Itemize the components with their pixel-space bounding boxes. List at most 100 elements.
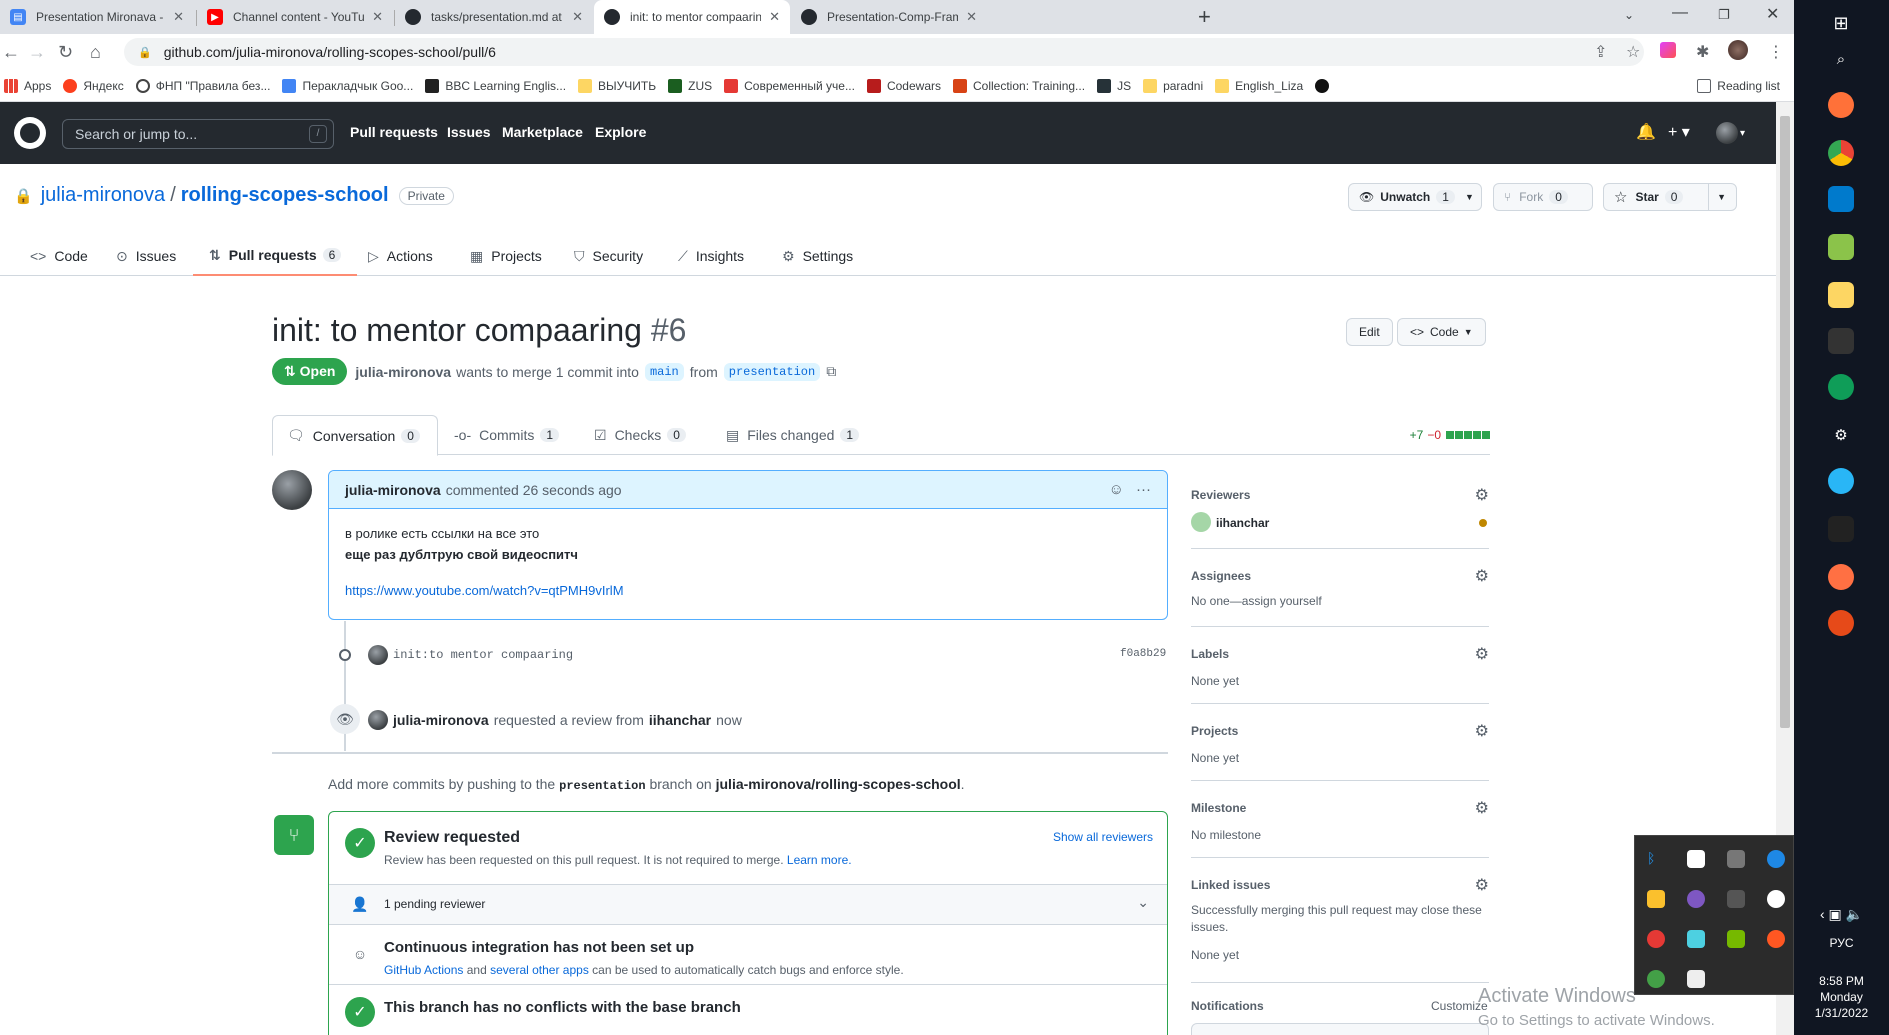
restore-icon[interactable]: ❐ [1718, 7, 1730, 23]
nav-marketplace[interactable]: Marketplace [502, 124, 583, 140]
fork-button[interactable]: ⑂ Fork 0 [1493, 183, 1593, 211]
browser-tab[interactable]: Presentation-Comp-Frameworks ✕ [791, 0, 987, 34]
edit-button[interactable]: Edit [1346, 318, 1393, 346]
bookmark-item[interactable]: Collection: Training... [953, 78, 1085, 93]
extension-icon[interactable] [1660, 42, 1676, 58]
bookmark-item[interactable]: ФНП "Правила без... [135, 78, 270, 93]
language-indicator[interactable]: РУС [1794, 936, 1889, 950]
forward-icon[interactable]: → [28, 42, 46, 63]
search-icon[interactable]: ⌕ [1828, 46, 1854, 72]
app-icon[interactable] [1828, 234, 1854, 260]
gear-icon[interactable]: ⚙ [1475, 566, 1489, 586]
menu-kebab-icon[interactable]: ⋮ [1768, 42, 1784, 62]
github-logo-icon[interactable] [14, 117, 46, 149]
edge-icon[interactable] [1828, 374, 1854, 400]
clock-time[interactable]: 8:58 PM [1794, 974, 1889, 988]
tab-projects[interactable]: ▦ Projects [470, 236, 542, 276]
close-tab-icon[interactable]: ✕ [966, 9, 977, 25]
repo-name-link[interactable]: rolling-scopes-school [181, 184, 389, 207]
minimize-icon[interactable]: — [1672, 4, 1688, 22]
bookmark-star-icon[interactable]: ☆ [1626, 42, 1640, 62]
close-tab-icon[interactable]: ✕ [572, 9, 583, 25]
tab-code[interactable]: <> Code [30, 236, 88, 276]
bookmark-item[interactable]: ZUS [668, 78, 712, 93]
bookmark-item[interactable]: BBC Learning Englis... [425, 78, 566, 93]
nav-issues[interactable]: Issues [447, 124, 491, 140]
learn-more-link[interactable]: Learn more. [787, 853, 852, 867]
file-explorer-icon[interactable] [1828, 282, 1854, 308]
tab-checks[interactable]: ☑ Checks 0 [580, 415, 700, 455]
browser-tab[interactable]: tasks/presentation.md at master ✕ [395, 0, 593, 34]
pending-reviewers-toggle[interactable]: 👤 1 pending reviewer ⌄ [329, 885, 1167, 925]
browser-tab-active[interactable]: init: to mentor compaaring by ju ✕ [594, 0, 790, 34]
app-tray-icon[interactable] [1647, 890, 1665, 908]
network-icon[interactable] [1727, 850, 1745, 868]
create-new-plus-icon[interactable]: + ▾ [1668, 122, 1690, 142]
search-input[interactable]: Search or jump to... / [62, 119, 334, 149]
code-dropdown-button[interactable]: <> Code ▼ [1397, 318, 1486, 346]
tab-security[interactable]: ⛉ Security [574, 236, 643, 276]
gear-icon[interactable]: ⚙ [1475, 644, 1489, 664]
tab-issues[interactable]: ⊙ Issues [116, 236, 176, 276]
vscode-icon[interactable] [1828, 186, 1854, 212]
unwatch-button[interactable]: 👁 Unwatch 1 ▼ [1348, 183, 1482, 211]
bookmark-apps[interactable]: Apps [4, 78, 51, 93]
profile-avatar[interactable] [1728, 40, 1748, 60]
commit-sha-link[interactable]: f0a8b29 [1120, 648, 1166, 660]
star-button[interactable]: ☆ Star 0 ▼ [1603, 183, 1737, 211]
other-apps-link[interactable]: several other apps [490, 963, 589, 977]
notifications-bell-icon[interactable]: 🔔 [1636, 122, 1656, 142]
app-tray-icon[interactable] [1767, 930, 1785, 948]
nvidia-icon[interactable] [1727, 930, 1745, 948]
chrome-icon[interactable] [1828, 140, 1854, 166]
google-drive-icon[interactable] [1687, 970, 1705, 988]
back-icon[interactable]: ← [2, 42, 20, 63]
unsubscribe-button[interactable] [1191, 1023, 1489, 1035]
nav-pull-requests[interactable]: Pull requests [350, 124, 438, 140]
reviewer-link[interactable]: iihanchar [649, 712, 711, 728]
comment-author-link[interactable]: julia-mironova [345, 482, 441, 498]
chevron-down-icon[interactable]: ▾ [1740, 128, 1745, 139]
telegram-icon[interactable] [1828, 468, 1854, 494]
head-branch[interactable]: presentation [723, 362, 821, 381]
app-icon[interactable] [1828, 610, 1854, 636]
show-all-reviewers-link[interactable]: Show all reviewers [1053, 830, 1153, 844]
gear-icon[interactable]: ⚙ [1475, 721, 1489, 741]
app-tray-icon[interactable] [1647, 970, 1665, 988]
wifi-icon[interactable] [1727, 890, 1745, 908]
bookmark-item[interactable] [1315, 78, 1335, 93]
windows-start-icon[interactable]: ⊞ [1828, 10, 1854, 36]
actor-link[interactable]: julia-mironova [393, 712, 489, 728]
tab-conversation[interactable]: 🗨 Conversation 0 [272, 415, 438, 456]
steam-icon[interactable] [1767, 850, 1785, 868]
tab-pull-requests[interactable]: ⇅ Pull requests 6 [193, 236, 358, 276]
repo-owner-link[interactable]: julia-mironova [41, 184, 166, 207]
tab-search-icon[interactable]: ⌄ [1624, 8, 1634, 22]
security-shield-icon[interactable] [1687, 850, 1705, 868]
reviewer-link[interactable]: iihanchar [1216, 516, 1269, 530]
viber-icon[interactable] [1687, 890, 1705, 908]
bookmark-folder[interactable]: paradni [1143, 78, 1203, 93]
commit-message-link[interactable]: init:to mentor compaaring [393, 648, 573, 662]
comment-youtube-link[interactable]: https://www.youtube.com/watch?v=qtPMH9vI… [345, 580, 1151, 601]
cloud-icon[interactable] [1767, 890, 1785, 908]
author-link[interactable]: julia-mironova [355, 364, 451, 380]
close-tab-icon[interactable]: ✕ [173, 9, 184, 25]
share-icon[interactable]: ⇪ [1594, 42, 1607, 62]
emoji-reaction-icon[interactable]: ☺ [1109, 481, 1124, 498]
assign-yourself-link[interactable]: No one—assign yourself [1191, 594, 1322, 608]
bookmark-item[interactable]: Codewars [866, 78, 941, 93]
close-window-icon[interactable]: ✕ [1766, 4, 1779, 24]
tab-files-changed[interactable]: ▤ Files changed 1 [712, 415, 873, 455]
browser-tab[interactable]: ▤ Presentation Mironava - Google ✕ [0, 0, 194, 34]
extensions-puzzle-icon[interactable]: ✱ [1696, 42, 1709, 62]
bluetooth-icon[interactable]: ᛒ [1647, 850, 1665, 868]
gear-icon[interactable]: ⚙ [1828, 422, 1854, 448]
home-icon[interactable]: ⌂ [90, 42, 101, 63]
tray-tools-icons[interactable]: ‹ ▣ 🔈 [1794, 906, 1889, 923]
firefox-icon[interactable] [1828, 92, 1854, 118]
new-tab-icon[interactable]: + [1198, 4, 1211, 30]
bookmark-item[interactable]: Современный уче... [724, 78, 855, 93]
gear-icon[interactable]: ⚙ [1475, 485, 1489, 505]
browser-tab[interactable]: ▶ Channel content - YouTube Studi ✕ [197, 0, 393, 34]
